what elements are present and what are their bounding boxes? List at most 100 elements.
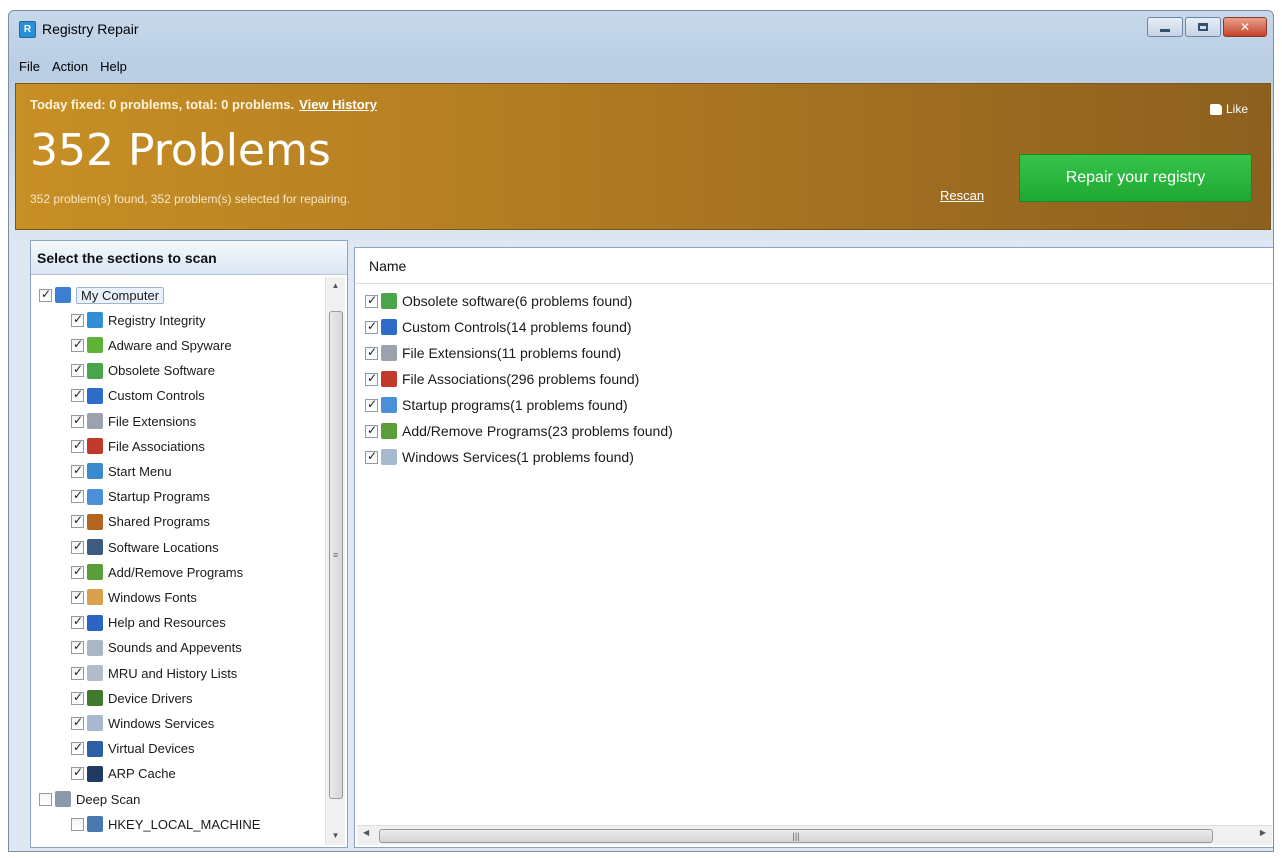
checkbox[interactable]	[71, 690, 84, 705]
tree-item[interactable]: Windows Services	[71, 713, 214, 733]
tree-item[interactable]: MRU and History Lists	[71, 663, 237, 683]
menu-file[interactable]: File	[15, 59, 48, 79]
result-label: Add/Remove Programs(23 problems found)	[402, 423, 673, 439]
checkbox[interactable]	[71, 564, 84, 579]
file-extension-icon	[87, 413, 103, 429]
fonts-icon	[87, 589, 103, 606]
tree-item[interactable]: Custom Controls	[71, 386, 205, 406]
tree-item[interactable]: Start Menu	[71, 461, 172, 481]
checkbox[interactable]	[71, 765, 84, 781]
checkbox[interactable]	[71, 740, 84, 756]
tree-item[interactable]: Shared Programs	[71, 512, 210, 532]
tree-item[interactable]: Windows Fonts	[71, 587, 197, 607]
tree-item-label: Start Menu	[108, 463, 172, 479]
view-history-link[interactable]: View History	[299, 97, 377, 112]
hive-icon	[87, 816, 103, 833]
services-icon	[87, 715, 103, 732]
checkbox[interactable]	[71, 337, 84, 352]
tree-item[interactable]: Obsolete Software	[71, 361, 215, 381]
checkbox[interactable]	[71, 665, 84, 680]
tree-item[interactable]: HKEY_LOCAL_MACHINE	[71, 814, 260, 834]
scroll-up-icon[interactable]: ▲	[326, 277, 345, 295]
tree-item[interactable]: Help and Resources	[71, 613, 226, 633]
name-column-header[interactable]: Name	[355, 248, 1273, 284]
rescan-link[interactable]: Rescan	[940, 188, 984, 203]
menu-action[interactable]: Action	[48, 59, 96, 79]
result-row[interactable]: File Associations(296 problems found)	[365, 368, 639, 390]
minimize-button[interactable]	[1147, 17, 1183, 37]
tree-item[interactable]: File Associations	[71, 436, 205, 456]
tree-item[interactable]: Device Drivers	[71, 688, 193, 708]
tree-item-label: File Extensions	[108, 413, 197, 429]
scroll-down-icon[interactable]: ▼	[326, 827, 345, 845]
trash-icon	[87, 362, 103, 379]
tree-item[interactable]: ARP Cache	[71, 764, 176, 784]
checkbox[interactable]	[71, 817, 84, 831]
file-association-icon	[381, 371, 397, 387]
result-row[interactable]: Startup programs(1 problems found)	[365, 394, 628, 416]
tree-item[interactable]: Software Locations	[71, 537, 219, 557]
checkbox[interactable]	[71, 463, 84, 478]
registry-integrity-icon	[87, 312, 103, 329]
sections-header: Select the sections to scan	[31, 241, 347, 275]
checkbox[interactable]	[71, 614, 84, 630]
add-remove-icon	[87, 564, 103, 581]
checkbox[interactable]	[71, 539, 84, 554]
checkbox[interactable]	[71, 362, 84, 378]
scroll-thumb[interactable]: ≡	[329, 311, 343, 799]
checkbox[interactable]	[71, 413, 84, 428]
scroll-left-icon[interactable]: ◀	[363, 828, 369, 837]
checkbox[interactable]	[71, 488, 84, 504]
tree-item[interactable]: Startup Programs	[71, 487, 210, 507]
tree-item-label: Adware and Spyware	[108, 337, 232, 353]
scan-sections-panel: Select the sections to scan My Computer R…	[30, 240, 348, 848]
window-title: Registry Repair	[42, 21, 139, 37]
tree-item[interactable]: Deep Scan	[39, 789, 140, 809]
adware-icon	[87, 337, 103, 354]
close-button[interactable]: ✕	[1223, 17, 1267, 37]
tree-item[interactable]: File Extensions	[71, 411, 196, 431]
tree-item[interactable]: Add/Remove Programs	[71, 562, 243, 582]
tree-item[interactable]: Adware and Spyware	[71, 335, 232, 355]
checkbox[interactable]	[365, 397, 378, 412]
checkbox[interactable]	[71, 715, 84, 730]
tree-item-label: Deep Scan	[76, 791, 141, 807]
repair-registry-button[interactable]: Repair your registry	[1019, 154, 1252, 202]
tree-item[interactable]: Sounds and Appevents	[71, 638, 242, 658]
maximize-button[interactable]	[1185, 17, 1221, 37]
tree-item[interactable]: Virtual Devices	[71, 739, 194, 759]
tree-item[interactable]: Registry Integrity	[71, 310, 206, 330]
sections-scrollbar[interactable]: ▲ ≡ ▼	[325, 277, 345, 845]
checkbox[interactable]	[365, 345, 378, 360]
checkbox[interactable]	[71, 438, 84, 453]
scroll-right-icon[interactable]: ▶	[1260, 828, 1266, 837]
checkbox[interactable]	[71, 312, 84, 327]
like-button[interactable]: Like	[1209, 102, 1248, 116]
result-row[interactable]: Obsolete software(6 problems found)	[365, 290, 632, 312]
result-row[interactable]: Custom Controls(14 problems found)	[365, 316, 632, 338]
checkbox[interactable]	[71, 513, 84, 529]
checkbox[interactable]	[365, 423, 378, 438]
checkbox[interactable]	[71, 589, 84, 604]
hscroll-thumb[interactable]: |||	[379, 829, 1213, 843]
checkbox[interactable]	[365, 371, 378, 386]
checkbox[interactable]	[71, 387, 84, 403]
checkbox[interactable]	[365, 293, 378, 308]
checkbox[interactable]	[71, 639, 84, 655]
result-row[interactable]: File Extensions(11 problems found)	[365, 342, 621, 364]
sound-icon	[87, 639, 103, 656]
tree-item[interactable]: My Computer	[39, 285, 165, 305]
result-label: Windows Services(1 problems found)	[402, 449, 634, 465]
result-row[interactable]: Add/Remove Programs(23 problems found)	[365, 420, 673, 442]
checkbox[interactable]	[39, 287, 52, 302]
result-row[interactable]: Windows Services(1 problems found)	[365, 446, 634, 468]
menu-help[interactable]: Help	[96, 59, 135, 79]
checkbox[interactable]	[365, 319, 378, 334]
checkbox[interactable]	[365, 449, 378, 464]
results-hscrollbar[interactable]: ◀ ||| ▶	[357, 825, 1272, 845]
results-panel: Name Obsolete software(6 problems found)…	[354, 247, 1273, 848]
checkbox[interactable]	[39, 792, 52, 806]
startup-icon	[87, 488, 103, 505]
driver-icon	[87, 690, 103, 707]
tree-item-label: Shared Programs	[108, 514, 210, 530]
